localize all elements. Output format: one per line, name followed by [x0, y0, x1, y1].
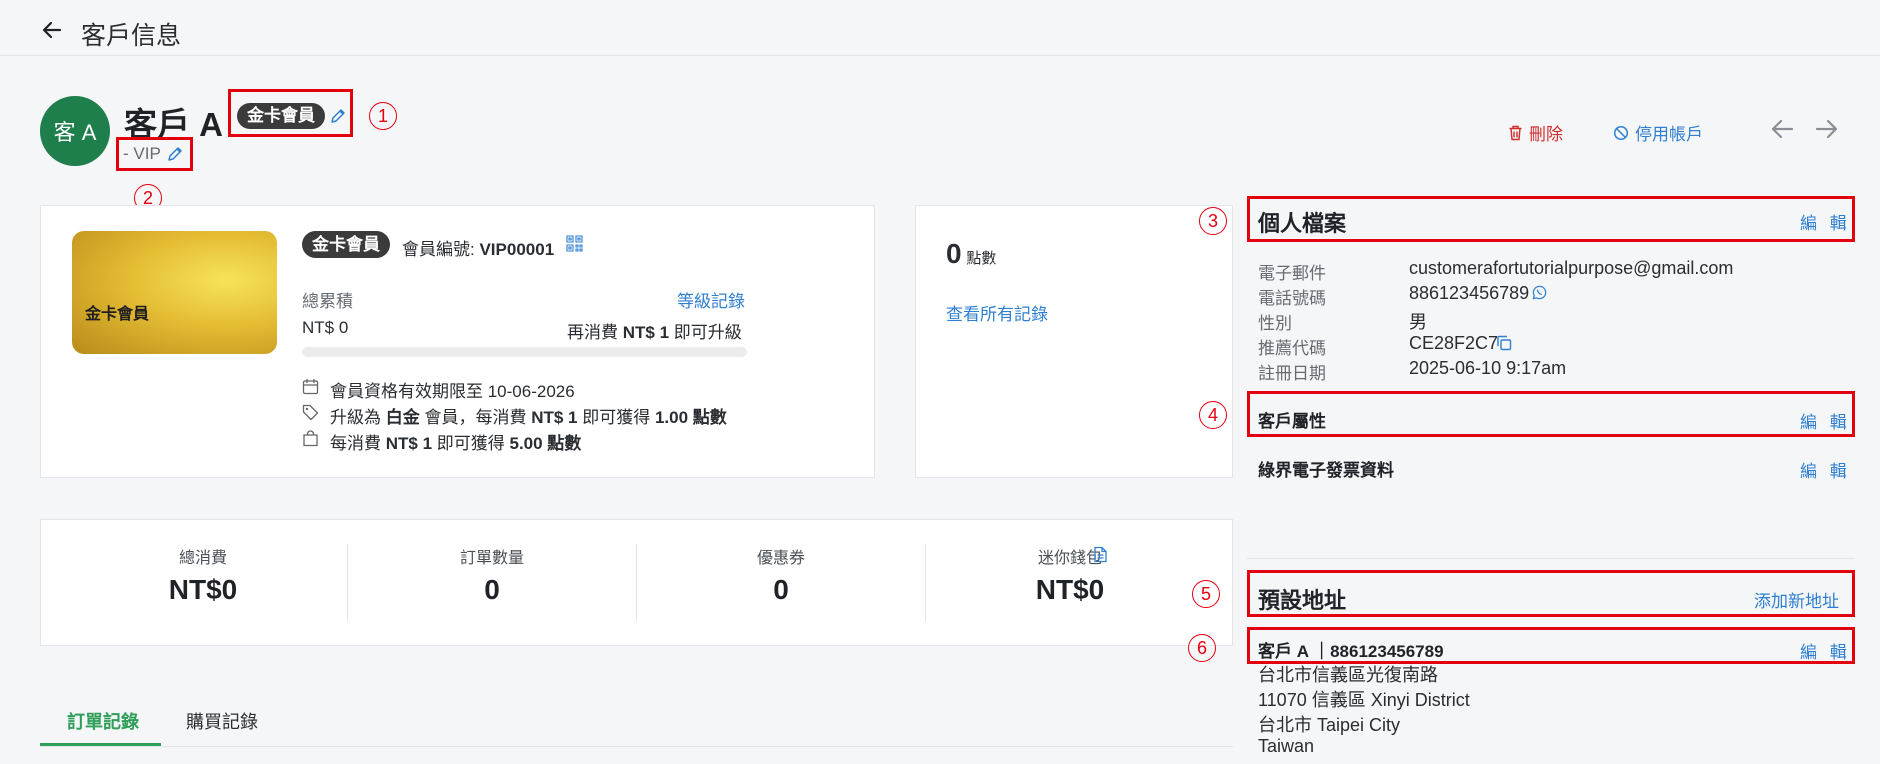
tag-icon	[302, 404, 319, 421]
phone-label: 電話號碼	[1258, 289, 1326, 308]
active-tab-indicator	[40, 743, 161, 746]
einvoice-edit-button[interactable]: 編 輯	[1800, 457, 1851, 482]
annotation-marker-6: 6	[1188, 634, 1216, 662]
gold-member-card-image: 金卡會員	[72, 231, 277, 354]
member-tier-badge: 金卡會員	[302, 231, 390, 258]
stat-coupons: 優惠券 0	[756, 550, 805, 605]
address-line: 台北市 Taipei City	[1258, 715, 1401, 735]
upgrade-benefit: 升級為 白金 會員，每消費 NT$ 1 即可獲得 1.00 點數	[330, 408, 727, 427]
annotation-marker-3: 3	[1199, 207, 1227, 235]
points-balance: 0 點數	[946, 238, 997, 269]
ban-icon	[1613, 125, 1629, 140]
page-title: 客戶信息	[81, 22, 182, 50]
einvoice-title: 綠界電子發票資料	[1258, 461, 1394, 480]
delete-label: 刪除	[1529, 125, 1563, 144]
document-icon[interactable]	[1092, 546, 1109, 563]
gender-value: 男	[1409, 312, 1427, 332]
stat-total-spend: 總消費 NT$0	[168, 550, 238, 605]
email-value: customerafortutorialpurpose@gmail.com	[1409, 258, 1734, 278]
annotation-marker-1: 1	[369, 102, 397, 130]
total-accumulated-label: 總累積	[302, 292, 353, 311]
whatsapp-icon[interactable]	[1532, 285, 1547, 300]
stat-divider	[925, 544, 926, 622]
address-line: 11070 信義區 Xinyi District	[1258, 690, 1470, 710]
address-line: 台北市信義區光復南路	[1258, 665, 1438, 685]
email-label: 電子郵件	[1258, 264, 1326, 283]
card-label: 金卡會員	[85, 306, 150, 323]
next-customer-icon[interactable]	[1813, 116, 1839, 142]
annotation-box-2	[116, 137, 193, 171]
shopping-bag-icon	[303, 430, 318, 447]
membership-validity: 會員資格有效期限至 10-06-2026	[330, 382, 575, 401]
referral-code-label: 推薦代碼	[1258, 339, 1326, 358]
section-divider	[1247, 558, 1855, 559]
tab-purchase-records[interactable]: 購買記錄	[186, 708, 258, 734]
top-bar: 客戶信息	[0, 0, 1880, 56]
annotation-marker-4: 4	[1199, 401, 1227, 429]
delete-button[interactable]: 刪除	[1508, 120, 1563, 145]
address-edit-button[interactable]: 編 輯	[1800, 638, 1851, 663]
stat-divider	[347, 544, 348, 622]
previous-customer-icon[interactable]	[1770, 116, 1796, 142]
qr-code-icon[interactable]	[566, 235, 583, 252]
trash-icon	[1509, 125, 1522, 140]
annotation-box-1	[228, 89, 353, 137]
default-address-title: 預設地址	[1258, 588, 1347, 613]
back-arrow-icon[interactable]	[40, 18, 64, 42]
address-contact: 客戶 A ｜886123456789	[1258, 642, 1444, 661]
add-new-address-link[interactable]: 添加新地址	[1754, 587, 1839, 612]
referral-code-value: CE28F2C7	[1409, 333, 1499, 353]
upgrade-requirement: 再消費 NT$ 1 即可升級	[567, 323, 742, 342]
calendar-icon	[302, 379, 319, 395]
customer-attributes-title: 客戶屬性	[1258, 412, 1326, 431]
level-history-link[interactable]: 等級記錄	[677, 287, 745, 312]
annotation-marker-5: 5	[1192, 580, 1220, 608]
registration-date-label: 註冊日期	[1258, 364, 1326, 383]
total-accumulated-value: NT$ 0	[302, 318, 349, 337]
stat-divider	[636, 544, 637, 622]
current-earn-rate: 每消費 NT$ 1 即可獲得 5.00 點數	[330, 434, 582, 453]
profile-edit-button[interactable]: 編 輯	[1800, 209, 1851, 234]
stat-order-count: 訂單數量 0	[459, 550, 524, 605]
attributes-edit-button[interactable]: 編 輯	[1800, 408, 1851, 433]
phone-value: 886123456789	[1409, 283, 1530, 303]
avatar: 客 A	[40, 96, 110, 166]
address-line: Taiwan	[1258, 736, 1315, 756]
view-all-points-link[interactable]: 查看所有記錄	[946, 300, 1048, 325]
profile-section-title: 個人檔案	[1258, 211, 1347, 236]
annotation-box-4	[1247, 391, 1855, 437]
registration-date-value: 2025-06-10 9:17am	[1409, 358, 1567, 378]
disable-account-button[interactable]: 停用帳戶	[1613, 120, 1703, 145]
copy-icon[interactable]	[1496, 335, 1512, 351]
tab-order-records[interactable]: 訂單記錄	[67, 708, 139, 734]
stat-mini-wallet: 迷你錢包 NT$0	[1035, 550, 1105, 605]
gender-label: 性別	[1258, 314, 1292, 333]
tabs-divider	[40, 746, 1233, 747]
disable-account-label: 停用帳戶	[1635, 125, 1703, 144]
upgrade-progress-bar	[302, 347, 747, 357]
member-number: 會員編號: VIP00001	[402, 240, 555, 259]
